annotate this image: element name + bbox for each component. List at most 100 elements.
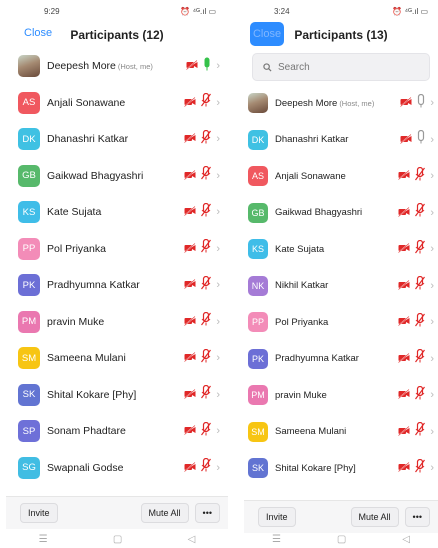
mic-icon bbox=[417, 93, 425, 113]
mute-all-button[interactable]: Mute All bbox=[350, 507, 399, 527]
participant-row[interactable]: SG Swapnali Godse › bbox=[6, 450, 228, 487]
avatar: PM bbox=[18, 310, 40, 333]
participant-row[interactable]: SP Sonam Phadtare › bbox=[6, 413, 228, 450]
participant-name: Kate Sujata bbox=[47, 206, 102, 219]
participant-row[interactable]: PK Pradhyumna Katkar › bbox=[244, 341, 438, 378]
mic-icon bbox=[417, 130, 425, 149]
participant-row[interactable]: KS Kate Sujata › bbox=[6, 194, 228, 231]
chevron-right-icon[interactable]: › bbox=[430, 389, 434, 401]
participant-status-icons: › bbox=[184, 129, 220, 149]
participant-name-cell: Shital Kokare [Phy] bbox=[275, 463, 398, 474]
participant-row[interactable]: PP Pol Priyanka › bbox=[244, 304, 438, 341]
participant-row[interactable]: Deepesh More (Host, me) › bbox=[6, 48, 228, 85]
participant-row[interactable]: KS Kate Sujata › bbox=[244, 231, 438, 268]
home-icon[interactable]: ▢ bbox=[337, 534, 346, 545]
video-off-icon bbox=[184, 240, 196, 258]
video-off-icon bbox=[398, 459, 410, 477]
participant-row[interactable]: DK Dhanashri Katkar › bbox=[6, 121, 228, 158]
chevron-right-icon[interactable]: › bbox=[430, 207, 434, 219]
avatar: SM bbox=[18, 347, 40, 370]
video-off-icon bbox=[184, 130, 196, 148]
close-button[interactable]: Close bbox=[250, 22, 284, 46]
participant-name-cell: pravin Muke bbox=[275, 390, 398, 401]
chevron-right-icon[interactable]: › bbox=[216, 316, 220, 328]
back-icon[interactable]: ◁ bbox=[402, 534, 410, 545]
mic-icon bbox=[203, 57, 211, 76]
menu-icon[interactable]: ☰ bbox=[39, 534, 48, 545]
chevron-right-icon[interactable]: › bbox=[430, 134, 434, 146]
participant-name: Nikhil Katkar bbox=[275, 280, 329, 292]
mic-muted-icon bbox=[201, 312, 212, 331]
participant-row[interactable]: GB Gaikwad Bhagyashri › bbox=[6, 158, 228, 195]
host-tag: (Host, me) bbox=[117, 62, 153, 72]
participant-row[interactable]: NK Nikhil Katkar › bbox=[244, 268, 438, 305]
chevron-right-icon[interactable]: › bbox=[216, 279, 220, 291]
bottom-toolbar: Invite Mute All ••• bbox=[6, 496, 228, 529]
chevron-right-icon[interactable]: › bbox=[216, 133, 220, 145]
menu-icon[interactable]: ☰ bbox=[272, 534, 281, 545]
participant-row[interactable]: PM pravin Muke › bbox=[6, 304, 228, 341]
participant-row[interactable]: SK Shital Kokare [Phy] › bbox=[244, 450, 438, 487]
chevron-right-icon[interactable]: › bbox=[216, 389, 220, 401]
back-icon[interactable]: ◁ bbox=[188, 534, 196, 545]
chevron-right-icon[interactable]: › bbox=[216, 60, 220, 72]
chevron-right-icon[interactable]: › bbox=[430, 462, 434, 474]
participants-screen-left: 9:29 ⏰ ⁴ᴳ.ıl ▭ Close Participants (12) D… bbox=[6, 0, 228, 548]
chevron-right-icon[interactable]: › bbox=[430, 97, 434, 109]
participant-status-icons: › bbox=[184, 348, 220, 368]
participant-row[interactable]: AS Anjali Sonawane › bbox=[244, 158, 438, 195]
chevron-right-icon[interactable]: › bbox=[216, 425, 220, 437]
participant-row[interactable]: AS Anjali Sonawane › bbox=[6, 85, 228, 122]
invite-button[interactable]: Invite bbox=[258, 507, 296, 527]
chevron-right-icon[interactable]: › bbox=[430, 316, 434, 328]
more-button[interactable]: ••• bbox=[404, 507, 430, 527]
chevron-right-icon[interactable]: › bbox=[430, 426, 434, 438]
participant-row[interactable]: GB Gaikwad Bhagyashri › bbox=[244, 195, 438, 232]
participant-row[interactable]: SM Sameena Mulani › bbox=[6, 340, 228, 377]
close-button[interactable]: Close bbox=[24, 27, 52, 39]
participant-row[interactable]: Deepesh More (Host, me) › bbox=[244, 85, 438, 122]
video-off-icon bbox=[398, 277, 410, 295]
avatar: DK bbox=[18, 128, 40, 151]
invite-button[interactable]: Invite bbox=[20, 503, 58, 523]
video-off-icon bbox=[398, 204, 410, 222]
chevron-right-icon[interactable]: › bbox=[216, 352, 220, 364]
chevron-right-icon[interactable]: › bbox=[216, 97, 220, 109]
participant-name-cell: Anjali Sonawane bbox=[47, 97, 184, 109]
chevron-right-icon[interactable]: › bbox=[430, 243, 434, 255]
avatar: KS bbox=[18, 201, 40, 224]
chevron-right-icon[interactable]: › bbox=[430, 170, 434, 182]
avatar: KS bbox=[248, 239, 268, 260]
participant-row[interactable]: SM Sameena Mulani › bbox=[244, 414, 438, 451]
more-button[interactable]: ••• bbox=[194, 503, 220, 523]
mic-muted-icon bbox=[415, 166, 426, 186]
search-input[interactable]: Search bbox=[252, 53, 430, 81]
chevron-right-icon[interactable]: › bbox=[430, 280, 434, 292]
avatar: PP bbox=[248, 312, 268, 333]
mute-all-button[interactable]: Mute All bbox=[140, 503, 189, 523]
chevron-right-icon[interactable]: › bbox=[216, 206, 220, 218]
chevron-right-icon[interactable]: › bbox=[216, 462, 220, 474]
participant-name-cell: Gaikwad Bhagyashri bbox=[47, 170, 184, 182]
chevron-right-icon[interactable]: › bbox=[216, 170, 220, 182]
participant-row[interactable]: PK Pradhyumna Katkar › bbox=[6, 267, 228, 304]
participant-row[interactable]: SK Shital Kokare [Phy] › bbox=[6, 377, 228, 414]
participant-status-icons: › bbox=[184, 93, 220, 112]
mic-muted-icon bbox=[415, 203, 426, 222]
avatar: SK bbox=[18, 383, 40, 406]
chevron-right-icon[interactable]: › bbox=[216, 243, 220, 255]
video-off-icon bbox=[184, 386, 196, 404]
participant-name-cell: Deepesh More (Host, me) bbox=[275, 98, 400, 109]
participant-status-icons: › bbox=[184, 239, 220, 258]
participant-status-icons: › bbox=[398, 312, 434, 332]
chevron-right-icon[interactable]: › bbox=[430, 353, 434, 365]
avatar: GB bbox=[18, 164, 40, 187]
participant-name: Dhanashri Katkar bbox=[47, 133, 129, 146]
participant-row[interactable]: PM pravin Muke › bbox=[244, 377, 438, 414]
participant-status-icons: › bbox=[184, 166, 220, 185]
home-icon[interactable]: ▢ bbox=[113, 534, 122, 545]
participant-name-cell: Anjali Sonawane bbox=[275, 171, 398, 182]
participant-row[interactable]: DK Dhanashri Katkar › bbox=[244, 122, 438, 159]
participant-row[interactable]: PP Pol Priyanka › bbox=[6, 231, 228, 268]
participant-status-icons: › bbox=[398, 166, 434, 186]
